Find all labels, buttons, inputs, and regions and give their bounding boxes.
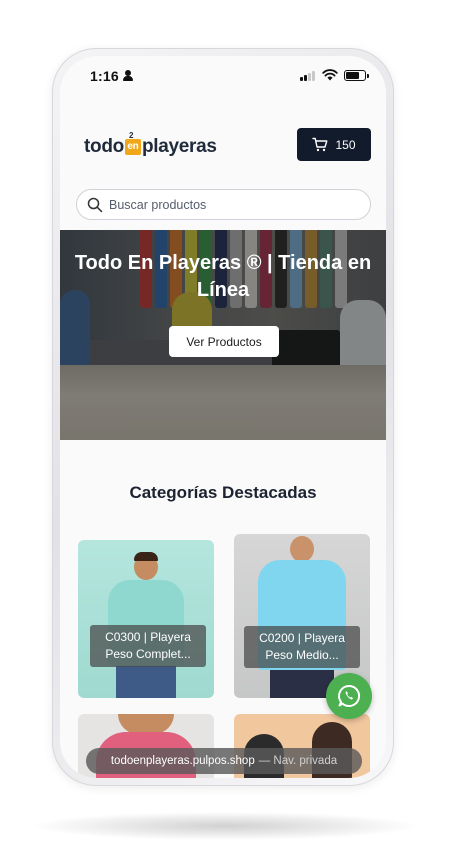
model-hair: [134, 552, 158, 561]
status-time: 1:16: [90, 68, 119, 84]
model-head: [290, 536, 314, 562]
search-input[interactable]: Buscar productos: [76, 189, 371, 220]
site-logo[interactable]: todo 2 en playeras: [84, 128, 217, 158]
category-label-line1: C0200 | Playera: [259, 631, 345, 645]
model-jeans: [270, 670, 334, 698]
status-bar: 1:16: [60, 56, 386, 98]
wifi-icon: [322, 69, 338, 81]
browser-url-bar[interactable]: todoenplayeras.pulpos.shop — Nav. privad…: [86, 748, 362, 774]
category-label: C0200 | Playera Peso Medio...: [244, 626, 360, 668]
category-label-line1: C0300 | Playera: [105, 630, 191, 644]
category-label: C0300 | Playera Peso Complet...: [90, 625, 206, 667]
person-icon: [123, 70, 133, 81]
whatsapp-button[interactable]: [326, 673, 372, 719]
search-placeholder: Buscar productos: [109, 197, 207, 212]
whatsapp-icon: [338, 684, 361, 707]
logo-badge-sup: 2: [128, 131, 134, 140]
model-head: [118, 714, 174, 734]
browser-url: todoenplayeras.pulpos.shop: [110, 755, 255, 767]
model-jeans: [116, 666, 176, 698]
category-card[interactable]: C0300 | Playera Peso Complet...: [78, 540, 214, 698]
battery-icon: [344, 70, 369, 81]
category-label-line2: Peso Complet...: [105, 647, 191, 661]
logo-badge: 2 en: [124, 131, 141, 155]
cart-button[interactable]: 150: [297, 128, 371, 161]
cart-count: 150: [335, 137, 356, 152]
hero-title: Todo En Playeras ® | Tienda en Línea: [74, 252, 372, 301]
private-mode-label: — Nav. privada: [258, 755, 338, 767]
device-floor-shadow: [35, 812, 415, 840]
phone-frame: 1:16 todo 2 en playeras 150 Buscar produ…: [52, 48, 394, 786]
screen: 1:16 todo 2 en playeras 150 Buscar produ…: [60, 56, 386, 778]
search-icon: [87, 197, 103, 212]
featured-categories-title: Categorías Destacadas: [129, 483, 317, 502]
view-products-button[interactable]: Ver Productos: [169, 326, 279, 357]
category-label-line2: Peso Medio...: [265, 648, 339, 662]
hero-banner: Todo En Playeras ® | Tienda en Línea Ver…: [60, 230, 386, 440]
cart-icon: [312, 137, 328, 152]
signal-icon: [300, 70, 316, 81]
logo-text-playeras: playeras: [141, 136, 217, 157]
logo-text-todo: todo: [84, 136, 124, 157]
